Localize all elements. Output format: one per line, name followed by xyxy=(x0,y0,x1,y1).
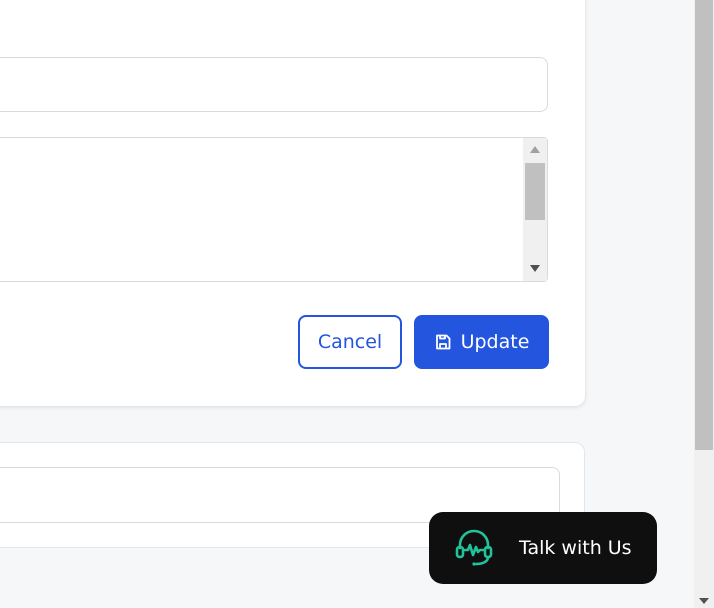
scroll-down-arrow-icon[interactable] xyxy=(530,265,540,272)
headset-icon xyxy=(454,528,494,568)
cancel-button-label: Cancel xyxy=(317,331,383,353)
talk-with-us-label: Talk with Us xyxy=(519,537,632,559)
save-icon xyxy=(434,333,452,351)
page-scroll-down-arrow-icon[interactable] xyxy=(699,598,709,604)
scrollbar-thumb[interactable] xyxy=(525,163,545,220)
scroll-up-arrow-icon[interactable] xyxy=(530,146,540,153)
textarea-scrollbar[interactable] xyxy=(523,138,547,281)
cancel-button[interactable]: Cancel xyxy=(298,315,402,369)
title-input[interactable] xyxy=(0,57,548,112)
talk-with-us-button[interactable]: Talk with Us xyxy=(429,512,657,584)
page-scrollbar[interactable] xyxy=(694,0,714,608)
page-scrollbar-thumb[interactable] xyxy=(695,0,713,450)
description-textarea[interactable] xyxy=(0,137,548,282)
update-button[interactable]: Update xyxy=(414,315,549,369)
update-button-label: Update xyxy=(460,331,530,353)
